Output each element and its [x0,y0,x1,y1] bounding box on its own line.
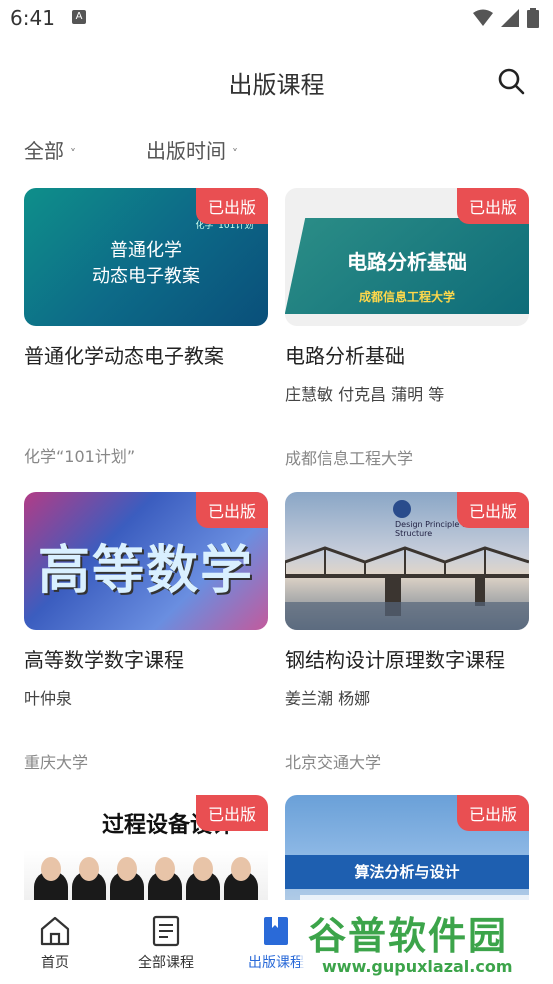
filter-publish-time-label: 出版时间 [146,139,226,163]
signal-icon [501,9,519,27]
filter-category[interactable]: 全部 ˅ [24,135,76,164]
published-badge: 已出版 [456,795,529,831]
published-badge: 已出版 [195,795,268,831]
status-time: 6:41 [10,6,55,30]
cover-line: 动态电子教案 [92,266,200,287]
notification-icon: A [72,10,86,24]
course-card[interactable]: 高等数学 已出版 高等数学数字课程 叶仲泉 重庆大学 [24,492,268,773]
filter-bar: 全部 ˅ 出版时间 ˅ [0,130,553,170]
course-card[interactable]: 电路分析基础 成都信息工程大学 已出版 电路分析基础 庄慧敏 付克昌 蒲明 等 … [285,188,529,469]
search-button[interactable] [497,67,525,95]
search-icon [498,68,525,95]
course-cover: Design Principle of Steel Structure 已出版 [285,492,529,630]
page-title: 出版课程 [228,71,325,99]
watermark-text: 谷普软件园 [308,914,509,958]
course-org: 成都信息工程大学 [285,449,414,468]
course-title: 钢结构设计原理数字课程 [285,648,505,672]
filter-publish-time[interactable]: 出版时间 ˅ [146,135,238,164]
course-title: 普通化学动态电子教案 [24,344,224,368]
published-badge: 已出版 [195,188,268,224]
cover-line: 成都信息工程大学 [358,290,455,304]
course-cover: 化学“101计划” 普通化学 动态电子教案 已出版 [24,188,268,326]
course-org: 北京交通大学 [285,753,382,772]
document-icon [152,915,180,947]
course-card[interactable]: Design Principle of Steel Structure 已出版 … [285,492,529,773]
cover-line: 电路分析基础 [347,250,467,274]
course-org: 重庆大学 [24,753,89,772]
nav-all-courses[interactable]: 全部课程 [116,914,216,972]
watermark: 谷普软件园 www.gupuxlazal.com [300,895,553,984]
status-bar: 6:41 A [0,0,553,40]
course-org: 化学“101计划” [24,447,136,466]
nav-home[interactable]: 首页 [5,914,105,972]
cover-line: 算法分析与设计 [354,863,460,881]
published-badge: 已出版 [195,492,268,528]
course-title: 电路分析基础 [285,344,405,368]
nav-home-label: 首页 [41,955,69,971]
filter-category-label: 全部 [24,139,64,163]
course-cover: 电路分析基础 成都信息工程大学 已出版 [285,188,529,326]
status-icons [473,8,539,28]
watermark-url: www.gupuxlazal.com [322,957,513,976]
course-authors: 庄慧敏 付克昌 蒲明 等 [285,385,445,404]
course-authors: 姜兰潮 杨娜 [285,689,371,708]
nav-published-courses-label: 出版课程 [248,955,304,971]
cover-line: 普通化学 [110,240,182,261]
battery-icon [527,8,539,28]
course-title: 高等数学数字课程 [24,648,184,672]
cover-line: 高等数学 [37,541,254,601]
app-header: 出版课程 [0,55,553,105]
bookmark-icon [264,917,288,945]
course-card[interactable]: 化学“101计划” 普通化学 动态电子教案 已出版 普通化学动态电子教案 化学“… [24,188,268,467]
chevron-down-icon: ˅ [232,147,238,161]
home-icon [40,916,70,946]
course-cover: 高等数学 已出版 [24,492,268,630]
published-badge: 已出版 [456,188,529,224]
nav-all-courses-label: 全部课程 [138,955,194,971]
published-badge: 已出版 [456,492,529,528]
wifi-icon [473,9,493,26]
course-authors: 叶仲泉 [24,689,73,708]
chevron-down-icon: ˅ [70,147,76,161]
